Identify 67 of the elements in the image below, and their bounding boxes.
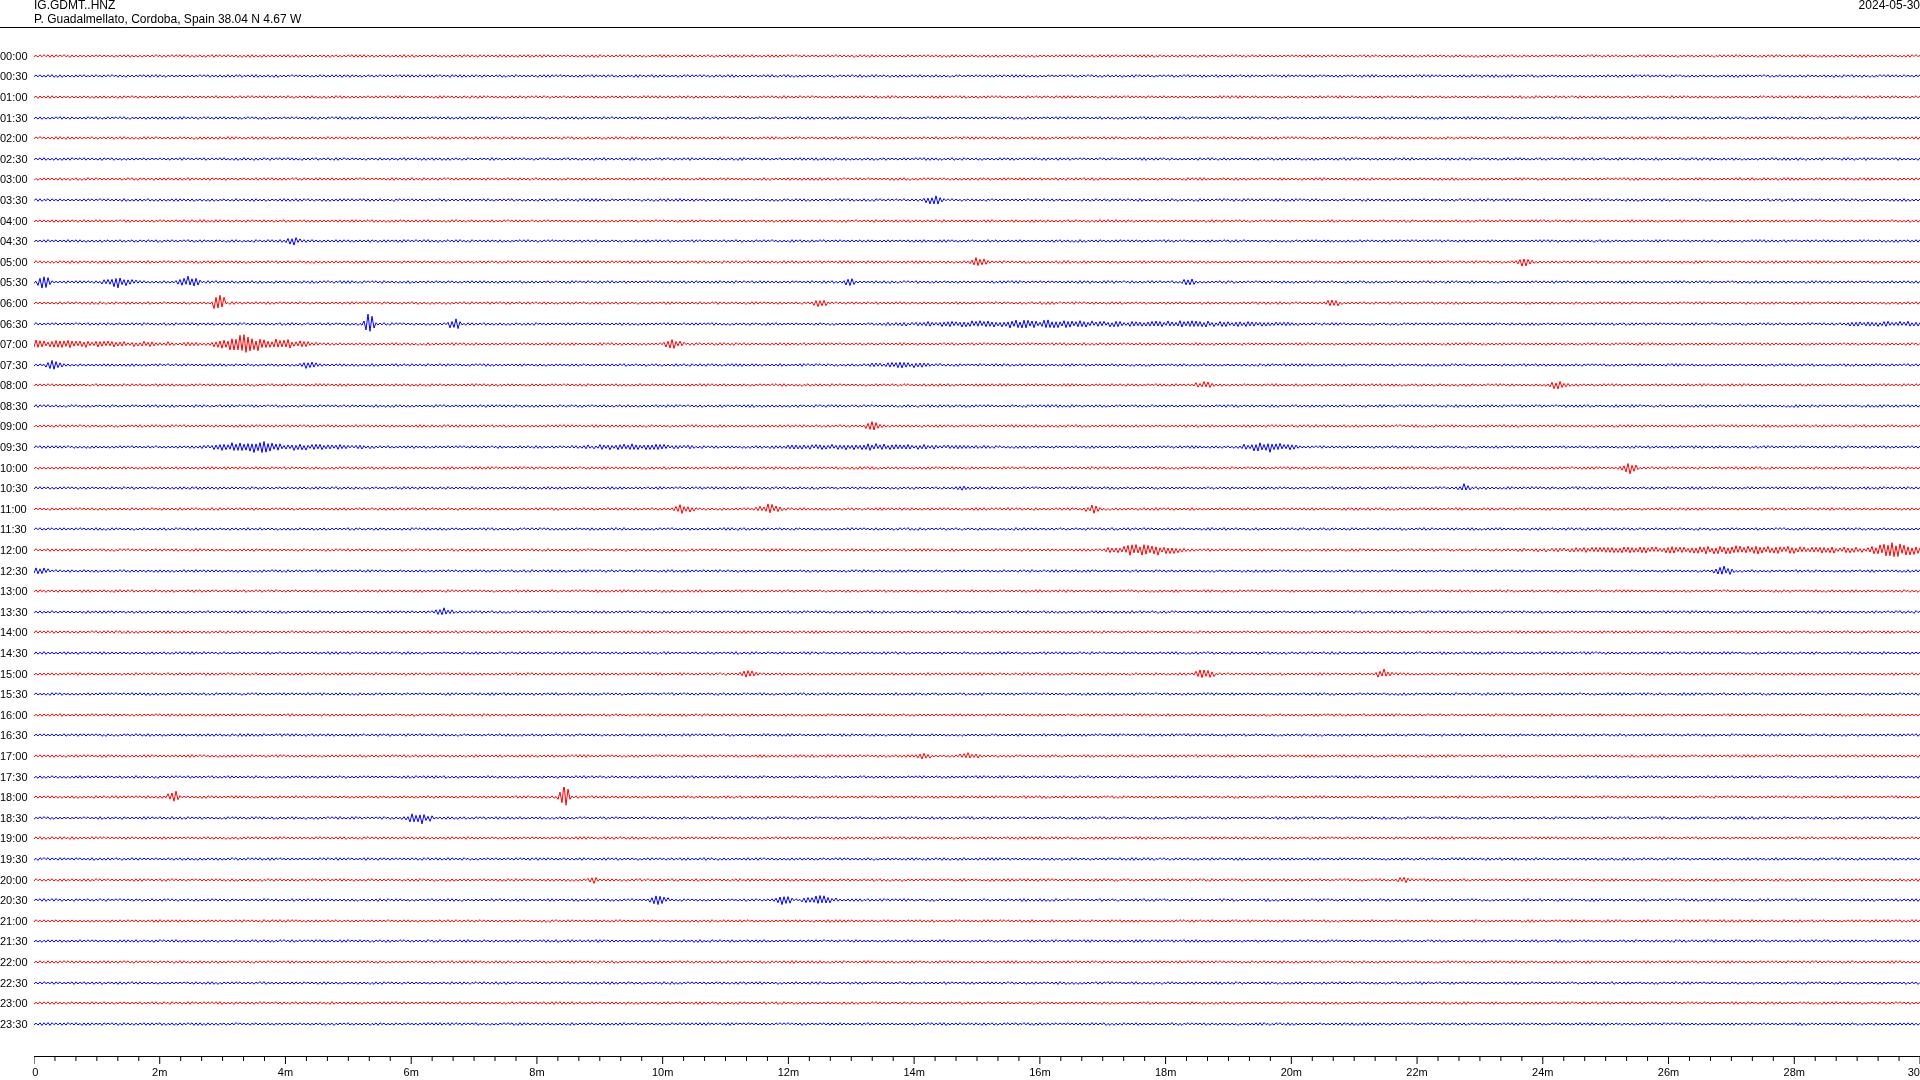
time-label: 10:00 (0, 461, 29, 474)
time-label: 15:00 (0, 667, 29, 680)
axis-tick-label: 16m (1029, 1066, 1051, 1079)
time-label: 21:00 (0, 914, 29, 927)
time-label: 00:00 (0, 49, 29, 62)
axis-tick-label: 26m (1657, 1066, 1680, 1079)
time-label: 16:00 (0, 708, 29, 721)
time-label: 01:00 (0, 91, 29, 103)
time-label: 03:30 (0, 193, 29, 206)
axis-tick-label: 14m (903, 1066, 925, 1079)
time-label: 13:30 (0, 605, 29, 618)
axis-tick-label: 28m (1783, 1066, 1805, 1079)
time-label: 05:00 (0, 255, 29, 268)
axis-tick-label: 24m (1532, 1066, 1554, 1079)
time-label: 14:30 (0, 647, 29, 659)
time-label: 11:00 (0, 502, 28, 515)
time-label: 02:30 (0, 152, 29, 165)
time-label: 06:00 (0, 296, 29, 309)
time-label: 22:30 (0, 976, 29, 989)
time-label: 23:30 (0, 1017, 29, 1030)
time-label: 17:00 (0, 750, 29, 762)
time-label: 01:30 (0, 111, 29, 124)
axis-tick-label: 8m (529, 1066, 545, 1079)
time-label: 07:00 (0, 338, 29, 351)
time-label: 11:30 (0, 523, 28, 536)
axis-tick-label: 30 (1907, 1066, 1920, 1079)
time-label: 09:30 (0, 441, 29, 454)
time-label: 04:00 (0, 214, 29, 227)
time-label: 15:30 (0, 688, 29, 701)
station-location: P. Guadalmellato, Cordoba, Spain 38.04 N 4.67 W (34, 12, 302, 26)
time-label: 03:00 (0, 173, 29, 186)
time-label: 08:00 (0, 379, 29, 392)
axis-tick-label: 4m (277, 1066, 294, 1079)
time-label: 18:30 (0, 811, 29, 824)
time-label: 02:00 (0, 132, 29, 145)
axis-tick-label: 6m (403, 1066, 419, 1079)
time-label: 08:30 (0, 399, 29, 412)
time-label: 23:00 (0, 997, 29, 1010)
time-label: 20:00 (0, 873, 29, 886)
time-label: 04:30 (0, 235, 29, 248)
time-label: 13:00 (0, 585, 29, 598)
axis-tick-label: 18m (1154, 1066, 1177, 1079)
time-label: 18:00 (0, 791, 29, 804)
time-label: 09:00 (0, 420, 29, 433)
time-label: 22:00 (0, 955, 29, 968)
axis-tick-label: 20m (1280, 1066, 1303, 1079)
time-label: 14:00 (0, 626, 29, 639)
time-label: 05:30 (0, 276, 29, 289)
axis-tick-label: 22m (1406, 1066, 1428, 1079)
time-label: 07:30 (0, 358, 29, 371)
axis-tick-label: 2m (152, 1066, 168, 1079)
time-label: 19:30 (0, 852, 29, 865)
axis-tick-label: 0 (32, 1066, 39, 1079)
time-label: 12:30 (0, 564, 29, 577)
record-date: 2024-05-30 (1858, 0, 1920, 12)
axis-tick-label: 12m (777, 1066, 800, 1079)
axis-tick-label: 10m (651, 1066, 674, 1079)
time-label: 19:00 (0, 832, 29, 845)
time-label: 16:30 (0, 729, 29, 742)
time-label: 21:30 (0, 935, 29, 948)
time-label: 12:00 (0, 544, 29, 557)
time-label: 17:30 (0, 770, 29, 783)
time-label: 20:30 (0, 894, 29, 907)
time-label: 00:30 (0, 70, 29, 83)
station-code: IG.GDMT..HNZ (34, 0, 117, 12)
time-label: 06:30 (0, 317, 29, 330)
time-label: 10:30 (0, 482, 29, 495)
